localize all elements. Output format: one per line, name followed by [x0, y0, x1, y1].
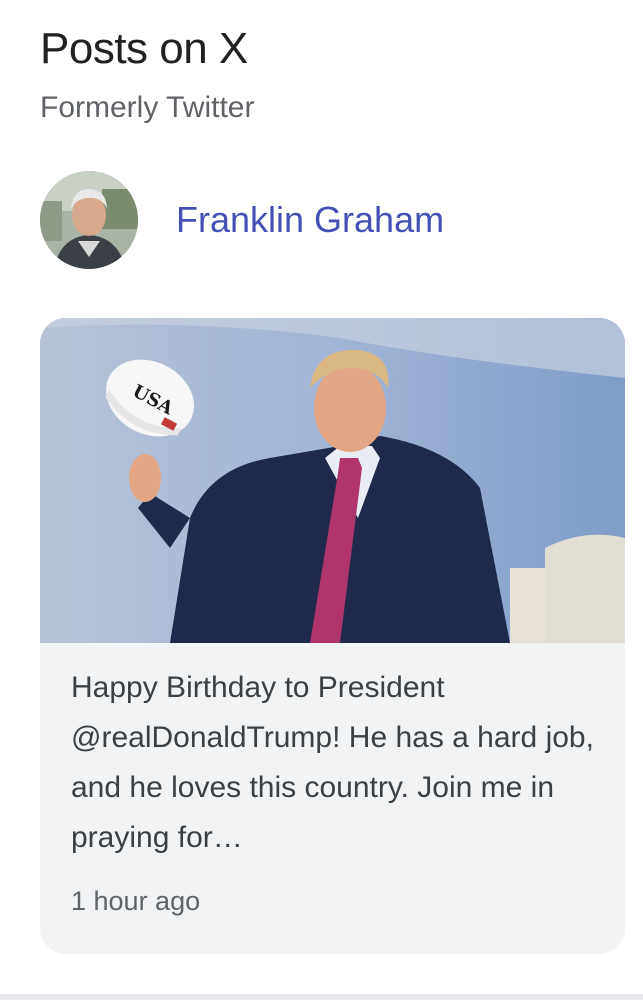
section-subtitle: Formerly Twitter [40, 91, 255, 124]
author-link[interactable]: Franklin Graham [40, 170, 444, 270]
post-card[interactable]: USA Happy Birthday to President @realDon… [40, 318, 625, 954]
post-text: Happy Birthday to President @realDonaldT… [71, 671, 594, 854]
post-timestamp: 1 hour ago [71, 886, 201, 916]
post-photo-icon: USA [40, 318, 625, 643]
bottom-divider [0, 994, 643, 1000]
post-image[interactable]: USA [40, 318, 625, 643]
avatar[interactable] [40, 171, 138, 269]
posts-section: Posts on X Formerly Twitter Franklin Gra… [0, 0, 643, 1000]
section-title: Posts on X [40, 24, 248, 73]
author-name[interactable]: Franklin Graham [176, 198, 444, 242]
profile-photo-icon [40, 171, 138, 269]
post-body[interactable]: Happy Birthday to President @realDonaldT… [40, 643, 625, 954]
